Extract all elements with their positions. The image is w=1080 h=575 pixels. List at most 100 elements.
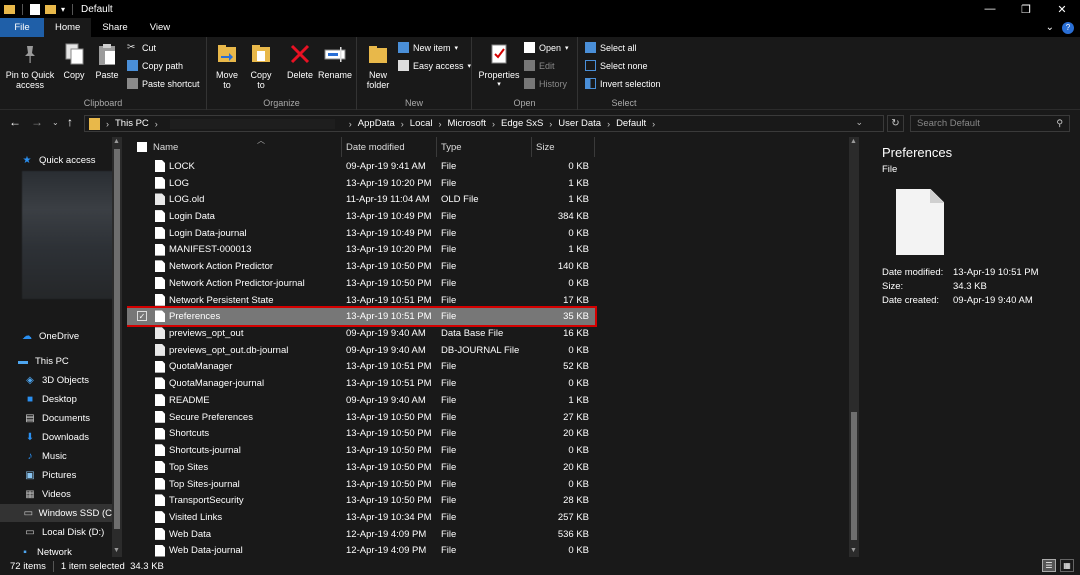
scroll-up-icon[interactable]: ▲	[113, 138, 120, 145]
file-row[interactable]: QuotaManager 13-Apr-19 10:51 PM File 52 KB	[127, 359, 595, 376]
move-to-button[interactable]: Move to	[213, 41, 241, 90]
copy-path-button[interactable]: Copy path	[127, 60, 183, 71]
tab-view[interactable]: View	[139, 18, 181, 37]
file-row[interactable]: Shortcuts-journal 13-Apr-19 10:50 PM File 0…	[127, 442, 595, 459]
back-arrow-icon[interactable]: ←	[9, 115, 21, 129]
scroll-down-icon[interactable]: ▼	[850, 547, 857, 554]
file-row[interactable]: LOCK 09-Apr-19 9:41 AM File 0 KB	[127, 158, 595, 175]
nav-quick-access[interactable]: ★ Quick access	[20, 151, 96, 169]
recent-locations-icon[interactable]: ⌄	[52, 118, 59, 127]
nav-documents[interactable]: ▤ Documents	[23, 409, 90, 427]
file-row[interactable]: Network Action Predictor 13-Apr-19 10:50 …	[127, 258, 595, 275]
file-row[interactable]: README 09-Apr-19 9:40 AM File 1 KB	[127, 392, 595, 409]
file-row[interactable]: LOG.old 11-Apr-19 11:04 AM OLD File 1 KB	[127, 191, 595, 208]
file-row[interactable]: Network Persistent State 13-Apr-19 10:51 …	[127, 292, 595, 309]
properties-quick-icon[interactable]	[30, 3, 40, 15]
file-row[interactable]: ✓ Preferences 13-Apr-19 10:51 PM File 35 KB	[127, 306, 597, 328]
file-row[interactable]: Shortcuts 13-Apr-19 10:50 PM File 20 KB	[127, 426, 595, 443]
restore-button[interactable]: ❐	[1008, 0, 1044, 18]
scroll-down-icon[interactable]: ▼	[113, 547, 120, 554]
row-checkbox[interactable]: ✓	[137, 311, 147, 322]
address-bar[interactable]: › This PC › › AppData › Local › Microsof…	[84, 115, 884, 132]
scroll-up-icon[interactable]: ▲	[850, 138, 857, 145]
file-row[interactable]: Login Data 13-Apr-19 10:49 PM File 384 KB	[127, 208, 595, 225]
copy-button[interactable]: Copy	[60, 41, 88, 80]
forward-arrow-icon[interactable]: →	[31, 115, 43, 129]
select-none-button[interactable]: Select none	[585, 60, 648, 71]
open-button[interactable]: Open ▾	[524, 42, 569, 53]
properties-button[interactable]: Properties ▾	[476, 41, 522, 90]
paste-button[interactable]: Paste	[92, 41, 122, 80]
tab-file[interactable]: File	[0, 18, 44, 37]
new-folder-quick-icon[interactable]	[45, 4, 56, 14]
breadcrumb-local[interactable]: Local	[406, 118, 437, 129]
cut-button[interactable]: ✂ Cut	[127, 42, 156, 53]
help-icon[interactable]: ?	[1062, 21, 1074, 34]
nav-videos[interactable]: ▦ Videos	[23, 485, 71, 503]
nav-scroll-thumb[interactable]	[114, 149, 120, 529]
breadcrumb-this-pc[interactable]: This PC	[111, 118, 153, 129]
tab-share[interactable]: Share	[91, 18, 138, 37]
select-all-checkbox[interactable]	[137, 142, 147, 152]
column-date-modified[interactable]: Date modified	[342, 137, 437, 157]
pin-to-quick-access-button[interactable]: Pin to Quick access	[2, 41, 58, 90]
nav-desktop[interactable]: ■ Desktop	[23, 390, 77, 408]
file-row[interactable]: Secure Preferences 13-Apr-19 10:50 PM File…	[127, 409, 595, 426]
nav-music[interactable]: ♪ Music	[23, 447, 67, 465]
file-row[interactable]: MANIFEST-000013 13-Apr-19 10:20 PM File 1 K…	[127, 242, 595, 259]
file-row[interactable]: LOG 13-Apr-19 10:20 PM File 1 KB	[127, 175, 595, 192]
nav-windows-ssd[interactable]: ▭ Windows SSD (C	[0, 504, 112, 522]
minimize-button[interactable]: —	[972, 0, 1008, 18]
large-icons-view-icon[interactable]: ▦	[1060, 559, 1074, 572]
nav-pictures[interactable]: ▣ Pictures	[23, 466, 76, 484]
nav-this-pc[interactable]: ▬ This PC	[16, 352, 69, 370]
file-row[interactable]: Visited Links 13-Apr-19 10:34 PM File 257 K…	[127, 509, 595, 526]
new-folder-button[interactable]: New folder	[363, 41, 393, 90]
new-item-button[interactable]: New item ▾	[398, 42, 458, 53]
file-row[interactable]: Network Action Predictor-journal 13-Apr-1…	[127, 275, 595, 292]
file-row[interactable]: Top Sites-journal 13-Apr-19 10:50 PM File 0…	[127, 476, 595, 493]
column-size[interactable]: Size	[532, 137, 595, 157]
rename-button[interactable]: Rename	[317, 41, 353, 80]
column-name[interactable]: Name ︿	[149, 137, 342, 157]
breadcrumb-default[interactable]: Default	[612, 118, 650, 129]
file-row[interactable]: TransportSecurity 13-Apr-19 10:50 PM File 2…	[127, 492, 595, 509]
breadcrumb-edge-sxs[interactable]: Edge SxS	[497, 118, 547, 129]
file-row[interactable]: previews_opt_out.db-journal 09-Apr-19 9:4…	[127, 342, 595, 359]
file-row[interactable]: previews_opt_out 09-Apr-19 9:40 AM Data Ba…	[127, 325, 595, 342]
close-button[interactable]: ✕	[1044, 0, 1080, 18]
file-list-scroll-thumb[interactable]	[851, 412, 857, 540]
file-row[interactable]: Top Sites 13-Apr-19 10:50 PM File 20 KB	[127, 459, 595, 476]
breadcrumb-user-data[interactable]: User Data	[554, 118, 605, 129]
nav-downloads[interactable]: ⬇ Downloads	[23, 428, 89, 446]
refresh-icon[interactable]: ↻	[887, 115, 904, 132]
copy-to-button[interactable]: Copy to	[247, 41, 275, 90]
quick-access-dropdown-icon[interactable]: ▾	[61, 5, 65, 14]
invert-selection-button[interactable]: Invert selection	[585, 78, 661, 89]
nav-scrollbar[interactable]: ▲ ▼	[112, 137, 122, 557]
file-row[interactable]: Login Data-journal 13-Apr-19 10:49 PM File…	[127, 225, 595, 242]
address-dropdown-icon[interactable]: ⌄	[855, 117, 863, 128]
breadcrumb-microsoft[interactable]: Microsoft	[444, 118, 491, 129]
file-row[interactable]: QuotaManager-journal 13-Apr-19 10:51 PM Fi…	[127, 375, 595, 392]
file-list-scrollbar[interactable]: ▲ ▼	[849, 137, 859, 557]
column-type[interactable]: Type	[437, 137, 532, 157]
easy-access-button[interactable]: Easy access ▾	[398, 60, 471, 71]
search-input[interactable]: Search Default ⚲	[910, 115, 1070, 132]
edit-button[interactable]: Edit	[524, 60, 555, 71]
nav-local-disk-d[interactable]: ▭ Local Disk (D:)	[23, 523, 104, 541]
nav-3d-objects[interactable]: ◈ 3D Objects	[23, 371, 89, 389]
collapse-ribbon-icon[interactable]: ⌄	[1046, 22, 1054, 33]
select-all-button[interactable]: Select all	[585, 42, 637, 53]
tab-home[interactable]: Home	[44, 18, 92, 37]
details-view-icon[interactable]: ☰	[1042, 559, 1056, 572]
nav-onedrive[interactable]: ☁ OneDrive	[20, 327, 79, 345]
paste-shortcut-button[interactable]: Paste shortcut	[127, 78, 200, 89]
file-row[interactable]: Web Data 12-Apr-19 4:09 PM File 536 KB	[127, 526, 595, 543]
file-row[interactable]: Web Data-journal 12-Apr-19 4:09 PM File 0 K…	[127, 543, 595, 557]
breadcrumb-appdata[interactable]: AppData	[354, 118, 399, 129]
history-button[interactable]: History	[524, 78, 567, 89]
delete-button[interactable]: Delete	[285, 41, 315, 80]
nav-network[interactable]: ▪ Network	[18, 547, 72, 557]
up-arrow-icon[interactable]: ↑	[67, 115, 73, 129]
